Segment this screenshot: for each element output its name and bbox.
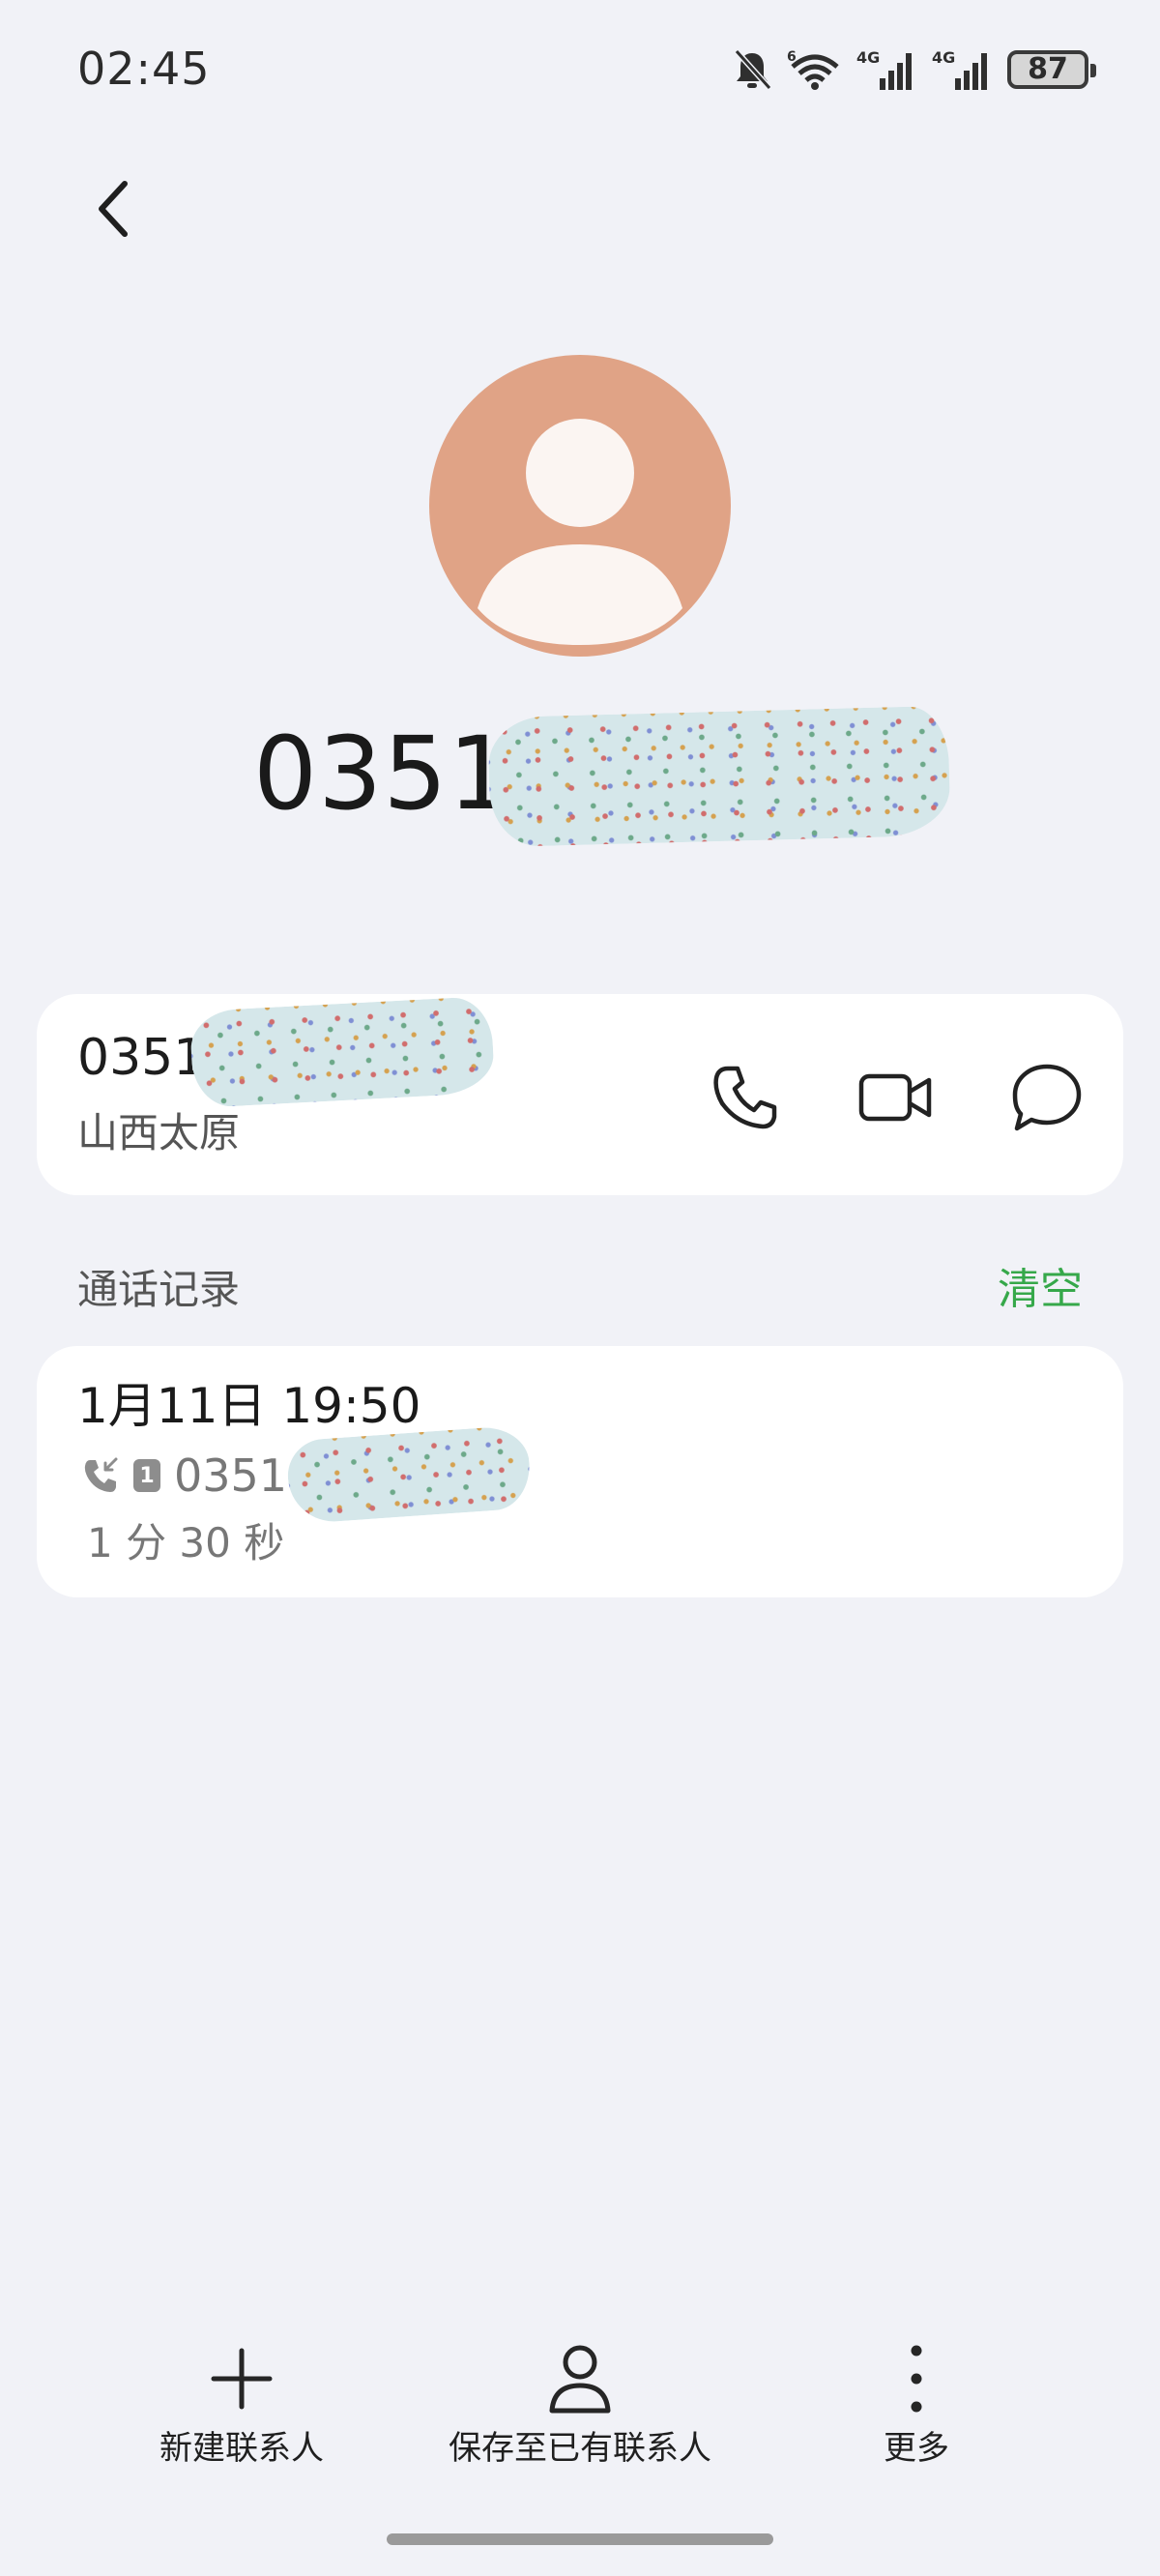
message-button[interactable]: [1003, 1054, 1090, 1141]
plus-icon: [211, 2348, 273, 2410]
save-to-existing-label: 保存至已有联系人: [449, 2429, 711, 2468]
phone-number[interactable]: 0351: [77, 1027, 205, 1089]
svg-text:4G: 4G: [932, 48, 955, 67]
redaction-scribble: [188, 995, 496, 1109]
video-call-button[interactable]: [853, 1054, 940, 1141]
call-detail-row: 1 0351: [81, 1447, 287, 1505]
home-indicator[interactable]: [387, 2533, 773, 2545]
save-to-existing-button[interactable]: 保存至已有联系人: [445, 2340, 715, 2470]
redaction-scribble: [285, 1424, 533, 1525]
avatar: [429, 355, 731, 657]
phone-icon: [713, 1066, 777, 1129]
redaction-scribble: [487, 705, 951, 848]
message-icon: [1012, 1064, 1082, 1131]
wifi-icon: 6: [787, 49, 839, 90]
new-contact-button[interactable]: 新建联系人: [160, 2340, 324, 2470]
battery-level: 87: [1028, 52, 1068, 86]
more-button[interactable]: 更多: [858, 2340, 974, 2470]
incoming-call-icon: [84, 1457, 118, 1492]
call-log-title: 通话记录: [77, 1266, 241, 1313]
svg-text:4G: 4G: [856, 48, 880, 67]
4g-signal-icon: 4G: [856, 48, 912, 90]
more-label: 更多: [884, 2429, 949, 2468]
new-contact-label: 新建联系人: [160, 2429, 324, 2468]
person-icon: [549, 2345, 611, 2414]
number-location: 山西太原: [77, 1109, 241, 1156]
mute-bell-icon: [734, 48, 772, 91]
more-vertical-icon: [911, 2345, 922, 2413]
person-avatar-icon: [478, 419, 682, 645]
number-card: [37, 994, 1123, 1195]
call-button[interactable]: [702, 1054, 789, 1141]
4g-signal-icon: 4G: [932, 48, 987, 90]
call-datetime: 1月11日 19:50: [77, 1378, 421, 1434]
call-number: 0351: [174, 1449, 288, 1502]
sim-badge: 1: [133, 1459, 160, 1492]
clear-call-log-button[interactable]: 清空: [998, 1263, 1083, 1317]
back-arrow-icon: [99, 181, 128, 237]
status-time: 02:45: [77, 43, 211, 95]
status-icons: 6 4G 4G 87: [731, 43, 1096, 97]
call-duration: 1 分 30 秒: [87, 1519, 285, 1566]
video-icon: [858, 1073, 932, 1122]
back-button[interactable]: [79, 170, 147, 248]
contact-number-title: 0351: [253, 715, 513, 833]
battery-icon: 87: [1007, 50, 1096, 89]
